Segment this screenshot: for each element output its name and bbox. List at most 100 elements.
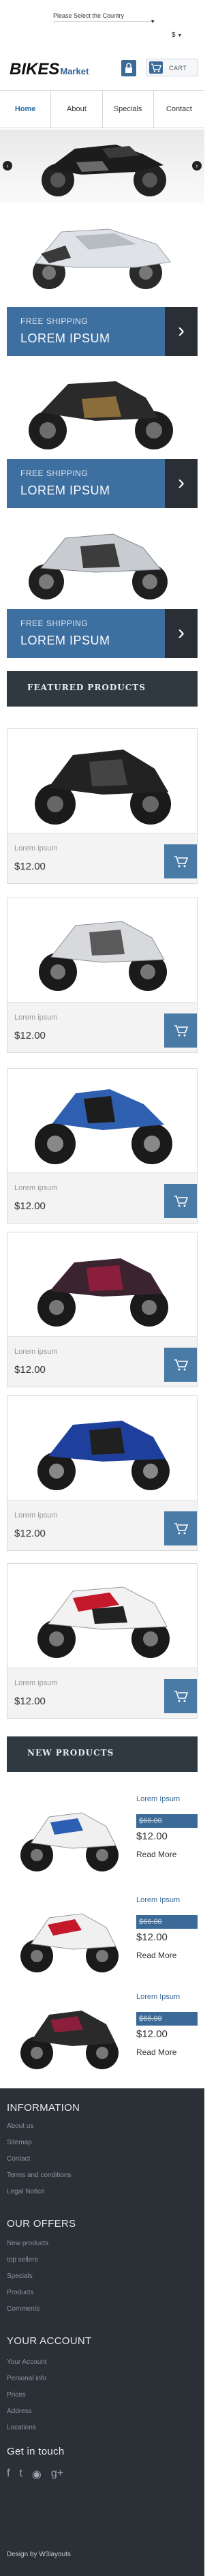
- product-image: [35, 1089, 172, 1164]
- add-to-cart-button[interactable]: [164, 1679, 197, 1713]
- product-name[interactable]: Lorem ipsum: [14, 844, 58, 853]
- product-price: $12.00: [14, 1696, 46, 1707]
- footer-link[interactable]: About us: [7, 2122, 33, 2130]
- login-button[interactable]: [121, 60, 136, 76]
- list-item[interactable]: Lorem Ipsum $66.00 $12.00 Read More: [7, 1985, 198, 2080]
- chevron-right-icon[interactable]: ›: [165, 459, 198, 508]
- nav-contact[interactable]: Contact: [154, 91, 204, 128]
- nav-specials[interactable]: Specials: [103, 91, 154, 128]
- nav-about[interactable]: About: [51, 91, 103, 128]
- promo-image-2: [0, 365, 204, 455]
- add-to-cart-button[interactable]: [164, 1013, 197, 1048]
- product-card[interactable]: Lorem ipsum $12.00: [7, 898, 198, 1053]
- product-name[interactable]: Lorem Ipsum: [136, 1795, 180, 1803]
- add-to-cart-button[interactable]: [164, 1184, 197, 1218]
- product-name[interactable]: Lorem ipsum: [14, 1348, 58, 1356]
- product-name[interactable]: Lorem ipsum: [14, 1679, 58, 1687]
- old-price: $66.00: [136, 2012, 198, 2026]
- new-products-title: NEW PRODUCTS: [27, 1748, 114, 1758]
- product-image: [20, 1913, 119, 1972]
- google-plus-icon[interactable]: g+: [51, 2468, 63, 2481]
- banner-line2: LOREM IPSUM: [20, 331, 110, 345]
- product-footer: Lorem ipsum $12.00: [7, 833, 197, 883]
- logo-main: BIKES: [10, 60, 60, 78]
- product-name[interactable]: Lorem ipsum: [14, 1184, 58, 1192]
- promo-banner-1[interactable]: FREE SHIPPING LOREM IPSUM ›: [7, 307, 198, 356]
- product-price: $12.00: [14, 1200, 46, 1212]
- product-name[interactable]: Lorem Ipsum: [136, 1896, 180, 1904]
- footer-link[interactable]: Comments: [7, 2305, 40, 2313]
- slider-prev-button[interactable]: ‹: [3, 161, 12, 171]
- cart-icon: [174, 1691, 189, 1702]
- product-image: [39, 921, 167, 991]
- featured-products-header: FEATURED PRODUCTS: [7, 671, 198, 707]
- cart-icon: [149, 61, 163, 74]
- product-image: [37, 1258, 168, 1327]
- footer-link[interactable]: Sitemap: [7, 2139, 32, 2146]
- top-bar: Please Select the Country ▼ $ ▼: [0, 0, 204, 44]
- product-card[interactable]: Lorem ipsum $12.00: [7, 728, 198, 884]
- chevron-right-icon[interactable]: ›: [165, 609, 198, 658]
- currency-select[interactable]: $ ▼: [172, 31, 182, 39]
- promo-banner-2[interactable]: FREE SHIPPING LOREM IPSUM ›: [7, 459, 198, 508]
- country-select[interactable]: Please Select the Country ▼: [53, 12, 155, 25]
- footer-link[interactable]: Prices: [7, 2391, 26, 2399]
- footer-offers-title: OUR OFFERS: [7, 2218, 76, 2230]
- cart-icon: [174, 856, 189, 868]
- product-image: [37, 1586, 170, 1658]
- add-to-cart-button[interactable]: [164, 1348, 197, 1382]
- product-price: $12.00: [14, 1030, 46, 1041]
- promo-image-1: [0, 205, 204, 295]
- product-card[interactable]: Lorem ipsum $12.00: [7, 1232, 198, 1387]
- read-more-link[interactable]: Read More: [136, 1850, 176, 1859]
- rss-icon[interactable]: ◉: [32, 2468, 42, 2481]
- cart-icon: [174, 1196, 189, 1207]
- product-price: $12.00: [14, 861, 46, 872]
- page: Please Select the Country ▼ $ ▼ BIKESMar…: [0, 0, 204, 2576]
- footer-link[interactable]: Legal Notice: [7, 2188, 45, 2195]
- design-credit[interactable]: Design by W3layouts: [7, 2551, 71, 2558]
- footer-link[interactable]: Contact: [7, 2155, 30, 2163]
- nav-home[interactable]: Home: [0, 91, 52, 128]
- social-links: f t ◉ g+: [7, 2468, 63, 2481]
- add-to-cart-button[interactable]: [164, 1511, 197, 1545]
- footer-link[interactable]: Personal info: [7, 2375, 46, 2382]
- hero-slider: ‹ ›: [0, 130, 204, 203]
- promo-banner-3[interactable]: FREE SHIPPING LOREM IPSUM ›: [7, 609, 198, 658]
- facebook-icon[interactable]: f: [7, 2468, 10, 2481]
- lock-icon: [125, 63, 132, 73]
- slider-next-button[interactable]: ›: [192, 161, 202, 171]
- read-more-link[interactable]: Read More: [136, 1951, 176, 1960]
- product-card[interactable]: Lorem ipsum $12.00: [7, 1395, 198, 1551]
- footer-link[interactable]: top sellers: [7, 2256, 38, 2264]
- footer-account-title: YOUR ACCOUNT: [7, 2335, 92, 2347]
- add-to-cart-button[interactable]: [164, 844, 197, 878]
- banner-line1: FREE SHIPPING: [20, 316, 89, 326]
- main-nav: Home About Specials Contact: [0, 90, 204, 128]
- footer-link[interactable]: Terms and conditions: [7, 2172, 72, 2179]
- footer-link[interactable]: Address: [7, 2408, 32, 2415]
- footer-link[interactable]: Locations: [7, 2424, 36, 2431]
- banner-line2: LOREM IPSUM: [20, 484, 110, 497]
- product-footer: Lorem ipsum $12.00: [7, 1336, 197, 1387]
- hero-motorcycle-image: [42, 145, 166, 196]
- cart-label: CART: [169, 65, 187, 72]
- product-name[interactable]: Lorem Ipsum: [136, 1993, 180, 2001]
- cart-icon: [174, 1523, 189, 1535]
- list-item[interactable]: Lorem Ipsum $66.00 $12.00 Read More: [7, 1787, 198, 1882]
- list-item[interactable]: Lorem Ipsum $66.00 $12.00 Read More: [7, 1888, 198, 1983]
- footer-link[interactable]: Products: [7, 2289, 33, 2296]
- twitter-icon[interactable]: t: [19, 2468, 22, 2481]
- footer-link[interactable]: Your Account: [7, 2358, 47, 2366]
- footer-link[interactable]: New products: [7, 2240, 48, 2247]
- site-logo[interactable]: BIKESMarket: [10, 60, 89, 79]
- read-more-link[interactable]: Read More: [136, 2047, 176, 2057]
- product-card[interactable]: Lorem ipsum $12.00: [7, 1563, 198, 1719]
- cart-button[interactable]: CART: [146, 59, 198, 76]
- product-name[interactable]: Lorem ipsum: [14, 1511, 58, 1520]
- product-card[interactable]: Lorem ipsum $12.00: [7, 1068, 198, 1224]
- footer-link[interactable]: Specials: [7, 2272, 33, 2280]
- product-name[interactable]: Lorem ipsum: [14, 1013, 58, 1022]
- chevron-right-icon[interactable]: ›: [165, 307, 198, 356]
- banner-line2: LOREM IPSUM: [20, 634, 110, 647]
